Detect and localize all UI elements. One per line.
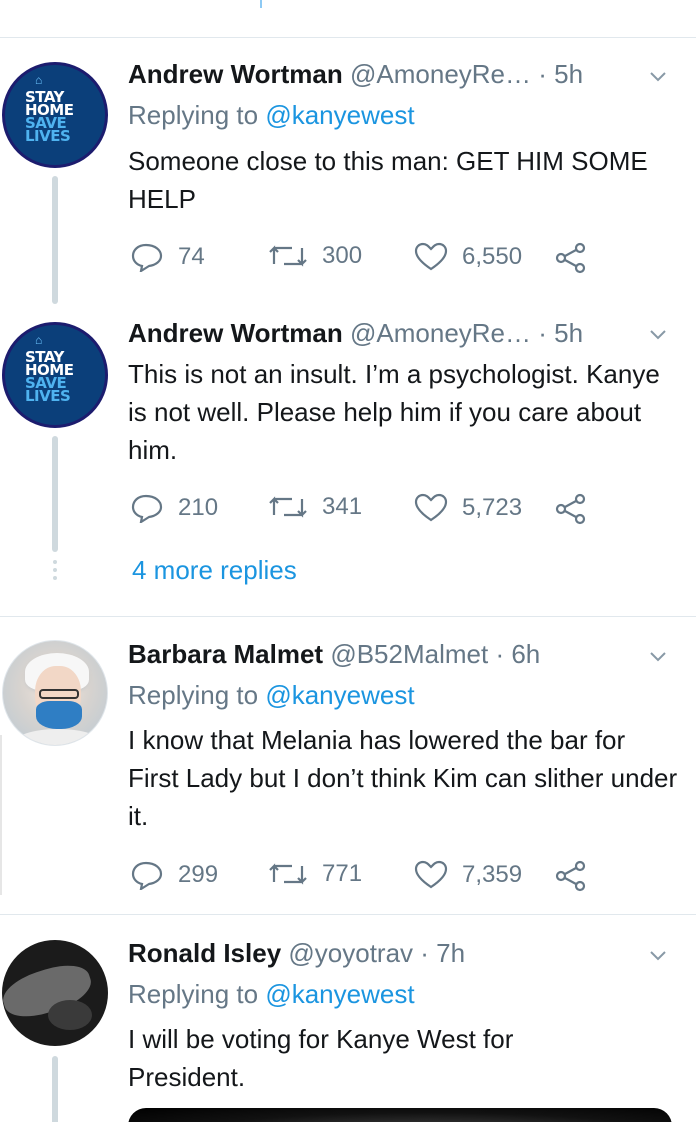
action-bar: 210 341 5,723	[130, 493, 600, 525]
action-bar: 74 300 6,550	[130, 242, 600, 274]
retweet-button[interactable]: 341	[268, 493, 362, 521]
display-name[interactable]: Barbara Malmet	[128, 639, 323, 669]
thread-line-stub	[260, 0, 262, 8]
like-count: 6,550	[462, 243, 523, 270]
retweet-count: 771	[322, 860, 363, 887]
media-preview[interactable]	[128, 1108, 672, 1122]
user-handle[interactable]: @AmoneyRe…	[350, 59, 531, 89]
avatar-mask	[36, 701, 82, 729]
like-button[interactable]: 5,723	[414, 493, 522, 523]
mention-link[interactable]: @kanyewest	[265, 100, 414, 130]
tweet-header: Barbara Malmet @B52Malmet · 6h	[128, 639, 540, 669]
reply-count: 74	[178, 243, 205, 270]
action-bar: 299 771 7,359	[130, 860, 600, 892]
reply-button[interactable]: 299	[130, 860, 218, 890]
retweet-button[interactable]: 300	[268, 242, 362, 270]
share-button[interactable]	[554, 860, 602, 892]
thread-dots	[53, 560, 57, 584]
timestamp[interactable]: · 7h	[413, 938, 465, 968]
tweet-text: I will be voting for Kanye West for Pres…	[128, 1024, 514, 1092]
share-button[interactable]	[554, 242, 602, 274]
display-name[interactable]: Ronald Isley	[128, 938, 281, 968]
mention-link[interactable]: @kanyewest	[265, 680, 414, 710]
chevron-down-icon[interactable]	[648, 66, 668, 86]
thread-line	[52, 176, 58, 304]
tweet-text: I know that Melania has lowered the bar …	[128, 725, 678, 831]
chevron-down-icon[interactable]	[648, 646, 668, 666]
user-handle[interactable]: @yoyotrav	[288, 938, 413, 968]
heart-icon	[414, 860, 448, 889]
share-icon	[555, 860, 586, 892]
thread-line	[52, 1056, 58, 1122]
stay-home-logo: STAY HOME SAVE LIVES	[25, 88, 74, 145]
retweet-button[interactable]: 771	[268, 860, 362, 888]
avatar-shoulders	[13, 729, 103, 745]
retweet-count: 341	[322, 493, 363, 520]
tweet-header: Andrew Wortman @AmoneyRe… · 5h	[128, 59, 583, 89]
share-icon	[555, 242, 586, 274]
reply-count: 299	[178, 861, 219, 888]
like-count: 5,723	[462, 494, 523, 521]
timestamp[interactable]: · 6h	[488, 639, 540, 669]
tweet-text: Someone close to this man: GET HIM SOME …	[128, 146, 648, 214]
tweet-text: This is not an insult. I’m a psychologis…	[128, 359, 660, 465]
user-handle[interactable]: @B52Malmet	[330, 639, 488, 669]
avatar[interactable]	[2, 940, 108, 1046]
tweet-header: Andrew Wortman @AmoneyRe… · 5h	[128, 318, 583, 348]
display-name[interactable]: Andrew Wortman	[128, 318, 343, 348]
reply-button[interactable]: 74	[130, 242, 205, 272]
stay-home-logo: STAY HOME SAVE LIVES	[25, 348, 74, 405]
retweet-icon	[269, 245, 307, 267]
heart-icon	[414, 493, 448, 522]
mention-link[interactable]: @kanyewest	[265, 979, 414, 1009]
like-button[interactable]: 6,550	[414, 242, 522, 272]
chevron-down-icon[interactable]	[648, 945, 668, 965]
user-handle[interactable]: @AmoneyRe…	[350, 318, 531, 348]
like-button[interactable]: 7,359	[414, 860, 522, 890]
retweet-icon	[269, 496, 307, 518]
reply-icon	[131, 494, 163, 523]
previous-tweet-edge	[0, 0, 696, 38]
reply-icon	[131, 243, 163, 272]
timestamp[interactable]: · 5h	[531, 318, 583, 348]
retweet-icon	[269, 863, 307, 885]
replying-to: Replying to @kanyewest	[128, 100, 415, 130]
heart-icon	[414, 242, 448, 271]
replying-to: Replying to @kanyewest	[128, 680, 415, 710]
reply-icon	[131, 861, 163, 890]
like-count: 7,359	[462, 861, 523, 888]
more-replies-link[interactable]: 4 more replies	[132, 555, 297, 586]
display-name[interactable]: Andrew Wortman	[128, 59, 343, 89]
thread-line	[52, 436, 58, 552]
replying-to: Replying to @kanyewest	[128, 979, 415, 1009]
avatar[interactable]	[2, 640, 108, 746]
divider	[0, 616, 696, 617]
avatar-face	[48, 1000, 92, 1030]
reply-button[interactable]: 210	[130, 493, 218, 523]
timestamp[interactable]: · 5h	[531, 59, 583, 89]
reply-count: 210	[178, 494, 219, 521]
chevron-down-icon[interactable]	[648, 324, 668, 344]
share-icon	[555, 493, 586, 525]
tweet-header: Ronald Isley @yoyotrav · 7h	[128, 938, 465, 968]
share-button[interactable]	[554, 493, 602, 525]
retweet-count: 300	[322, 242, 363, 269]
divider	[0, 914, 696, 915]
avatar[interactable]: ⌂ STAY HOME SAVE LIVES	[2, 322, 108, 428]
heart-house-icon: ⌂	[35, 73, 43, 87]
avatar-glasses	[39, 689, 79, 699]
heart-house-icon: ⌂	[35, 333, 43, 347]
avatar[interactable]: ⌂ STAY HOME SAVE LIVES	[2, 62, 108, 168]
scroll-edge	[0, 735, 2, 895]
